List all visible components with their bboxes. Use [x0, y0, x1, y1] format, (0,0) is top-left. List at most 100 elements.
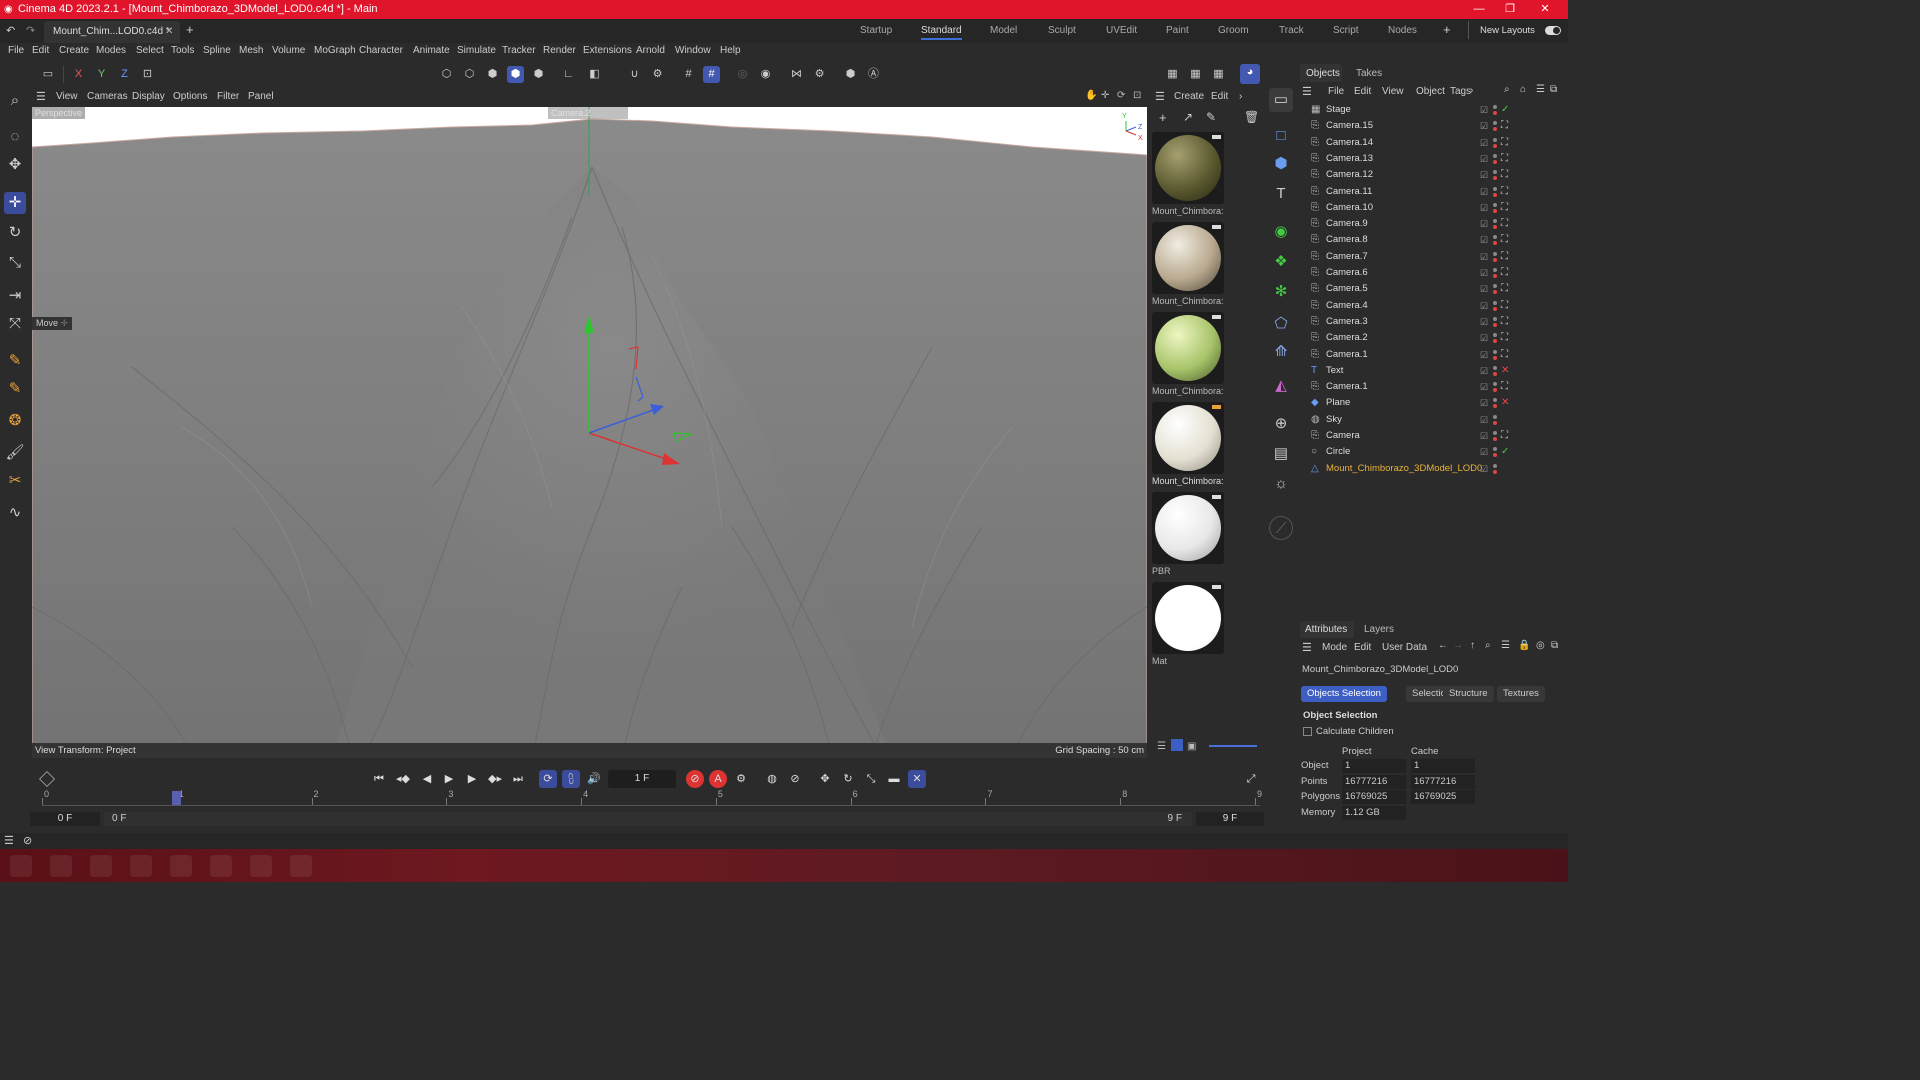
new-window-icon[interactable]: ⧉	[1550, 84, 1557, 95]
frame-ruler[interactable]: 0123456789	[42, 789, 1262, 807]
tag-icon[interactable]: ✓	[1501, 102, 1509, 118]
tag-icon[interactable]: ⛶	[1501, 281, 1508, 297]
maximize-view-icon[interactable]: ⊡	[1133, 90, 1141, 101]
keyframe-selection-icon[interactable]: ◍	[763, 770, 781, 788]
attr-new-window-icon[interactable]: ⧉	[1551, 640, 1558, 651]
object-row[interactable]: ⎘ Camera.7 ☑ ⛶	[1298, 249, 1568, 265]
material-preview[interactable]	[1152, 312, 1224, 384]
uv-mode-icon[interactable]: ⬢	[530, 66, 547, 83]
polygons-mode-icon[interactable]: ⬢	[484, 66, 501, 83]
tag-icon[interactable]: ⛶	[1501, 265, 1508, 281]
drag-handle-icon[interactable]: ✛	[61, 318, 69, 328]
tag-icon[interactable]: ⛶	[1501, 184, 1508, 200]
material-menu-icon[interactable]: ☰	[1155, 90, 1165, 103]
render-picture-viewer-icon[interactable]: ▦	[1187, 66, 1204, 83]
tag-icon[interactable]: ⛶	[1501, 232, 1508, 248]
attr-filter-icon[interactable]: ☰	[1501, 640, 1510, 651]
menu-file[interactable]: File	[8, 45, 24, 56]
delete-material-icon[interactable]: 🗑	[1244, 110, 1259, 124]
null-object-icon[interactable]: □	[1269, 124, 1293, 148]
visibility-dots[interactable]	[1493, 153, 1497, 164]
minimize-button[interactable]: —	[1464, 0, 1494, 19]
object-row[interactable]: ⎘ Camera.12 ☑ ⛶	[1298, 167, 1568, 183]
text-spline-icon[interactable]: T	[1269, 182, 1293, 206]
tag-icon[interactable]: ⛶	[1501, 314, 1508, 330]
play-icon[interactable]: ▶	[440, 770, 458, 788]
taskbar-app-icon[interactable]	[50, 855, 72, 877]
back-arrow-icon[interactable]: ←	[1438, 640, 1448, 651]
autokey-icon[interactable]: A	[709, 770, 727, 788]
viewport-menu-icon[interactable]: ☰	[36, 90, 46, 103]
object-row[interactable]: T Text ☑ ✕	[1298, 363, 1568, 379]
taskbar-app-icon[interactable]	[10, 855, 32, 877]
tag-icon[interactable]: ⛶	[1501, 379, 1508, 395]
current-frame-field[interactable]: 1 F	[608, 770, 676, 788]
object-row[interactable]: ⎘ Camera.5 ☑ ⛶	[1298, 281, 1568, 297]
camera-view-icon[interactable]: ▭	[1269, 88, 1293, 112]
tag-icon[interactable]: ⛶	[1501, 151, 1508, 167]
attr-menu-user-data[interactable]: User Data	[1382, 642, 1427, 653]
tab-layers[interactable]: Layers	[1364, 624, 1394, 635]
material-item[interactable]: Mount_Chimbora:	[1152, 132, 1224, 216]
axis-tool-icon[interactable]: ⤧	[4, 313, 26, 335]
menu-tracker[interactable]: Tracker	[502, 45, 536, 56]
previous-key-icon[interactable]: ◂◆	[394, 770, 412, 788]
render-view-icon[interactable]: ▦	[1164, 66, 1181, 83]
workplane-grid-icon[interactable]: #	[680, 66, 697, 83]
apply-material-icon[interactable]: ↗	[1183, 110, 1193, 124]
cube-icon[interactable]: ⬢	[1269, 152, 1293, 176]
layer-flag-icon[interactable]: ☑	[1480, 232, 1488, 248]
guide-icon[interactable]: ◎	[734, 66, 751, 83]
go-to-start-icon[interactable]: ⏮	[370, 770, 388, 788]
object-row[interactable]: ⎘ Camera.15 ☑ ⛶	[1298, 118, 1568, 134]
model-mode-icon[interactable]: ▭	[38, 66, 58, 83]
record-rotation-icon[interactable]: ↻	[839, 770, 857, 788]
attr-menu-mode[interactable]: Mode	[1322, 642, 1347, 653]
symmetry-settings-icon[interactable]: ⚙	[811, 66, 828, 83]
attr-menu-edit[interactable]: Edit	[1354, 642, 1371, 653]
menu-character[interactable]: Character	[359, 45, 403, 56]
tab-objects[interactable]: Objects	[1306, 68, 1340, 79]
object-row[interactable]: ⎘ Camera.1 ☑ ⛶	[1298, 347, 1568, 363]
points-mode-icon[interactable]: ⬡	[438, 66, 455, 83]
material-item[interactable]: PBR	[1152, 492, 1224, 576]
start-frame-field[interactable]: 0 F	[30, 812, 100, 826]
list-view-icon[interactable]: ☰	[1157, 741, 1166, 752]
coordinate-system-icon[interactable]: ⊡	[139, 66, 156, 83]
layer-flag-icon[interactable]: ☑	[1480, 135, 1488, 151]
pan-view-icon[interactable]: ✋	[1085, 90, 1097, 101]
layer-flag-icon[interactable]: ☑	[1480, 151, 1488, 167]
layout-script[interactable]: Script	[1333, 24, 1359, 38]
layer-flag-icon[interactable]: ☑	[1480, 347, 1488, 363]
home-icon[interactable]: ⌂	[1520, 84, 1526, 95]
layer-flag-icon[interactable]: ☑	[1480, 118, 1488, 134]
visibility-dots[interactable]	[1493, 333, 1497, 344]
object-row[interactable]: ▦ Stage ☑ ✓	[1298, 102, 1568, 118]
record-position-icon[interactable]: ✥	[816, 770, 834, 788]
playhead[interactable]	[172, 791, 181, 805]
record-scale-icon[interactable]: ⤡	[862, 770, 880, 788]
move-tool-icon[interactable]: ✛	[4, 192, 26, 214]
tab-textures[interactable]: Textures	[1497, 686, 1545, 702]
active-camera-label[interactable]: Camera.2	[548, 107, 628, 119]
tab-takes[interactable]: Takes	[1356, 68, 1382, 79]
filter-icon[interactable]: ☰	[1536, 84, 1545, 95]
object-row[interactable]: ⎘ Camera.10 ☑ ⛶	[1298, 200, 1568, 216]
visibility-dots[interactable]	[1493, 235, 1497, 246]
layout-sculpt[interactable]: Sculpt	[1048, 24, 1076, 38]
tag-icon[interactable]: ⛶	[1501, 216, 1508, 232]
material-preview[interactable]	[1152, 402, 1224, 474]
taskbar-app-icon[interactable]	[90, 855, 112, 877]
taskbar-app-icon[interactable]	[170, 855, 192, 877]
spline-pen-icon[interactable]: ✎	[4, 350, 26, 372]
layer-flag-icon[interactable]: ☑	[1480, 461, 1488, 477]
timeline-window-icon[interactable]: ⤢	[1242, 770, 1260, 788]
layout-nodes[interactable]: Nodes	[1388, 24, 1417, 38]
add-layout-icon[interactable]: +	[1443, 22, 1451, 37]
menu-select[interactable]: Select	[136, 45, 164, 56]
layout-groom[interactable]: Groom	[1218, 24, 1249, 38]
visibility-dots[interactable]	[1493, 202, 1497, 213]
object-row[interactable]: △ Mount_Chimborazo_3DModel_LOD0 ☑	[1298, 461, 1568, 477]
tab-objects-selection[interactable]: Objects Selection	[1301, 686, 1387, 702]
layer-flag-icon[interactable]: ☑	[1480, 200, 1488, 216]
